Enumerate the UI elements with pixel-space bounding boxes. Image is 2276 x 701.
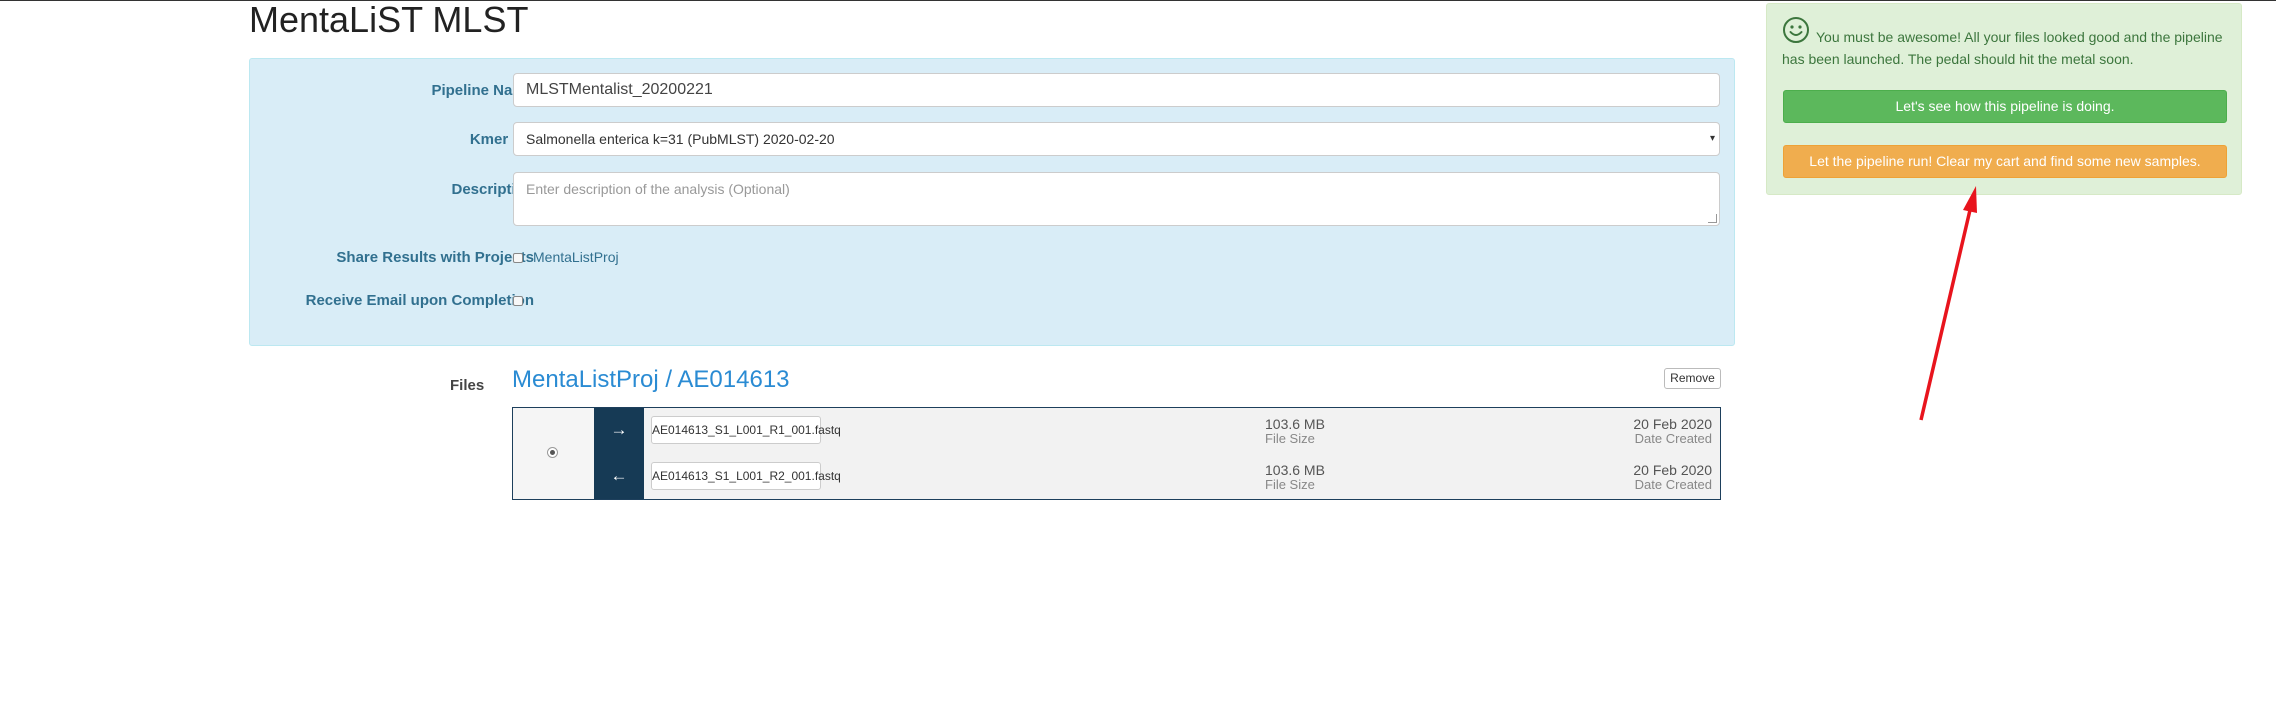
email-completion-label: Receive Email upon Completion xyxy=(305,292,534,309)
file-date-r2: 20 Feb 2020 Date Created xyxy=(1633,462,1712,492)
file-date-caption: Date Created xyxy=(1634,477,1712,492)
chevron-down-icon: ▾ xyxy=(1709,133,1715,144)
direction-column: → ← xyxy=(594,408,644,499)
arrow-right-icon: → xyxy=(610,420,628,439)
files-heading: MentaListProj / AE014613 xyxy=(512,366,790,393)
share-project-label[interactable]: MentaListProj xyxy=(533,249,619,265)
pipeline-name-input[interactable]: MLSTMentalist_20200221 xyxy=(513,73,1720,107)
view-pipeline-button[interactable]: Let's see how this pipeline is doing. xyxy=(1783,90,2227,123)
remove-button[interactable]: Remove xyxy=(1664,368,1721,389)
file-size-r2: 103.6 MB File Size xyxy=(1265,462,1325,492)
kmer-db-selected-value: Salmonella enterica k=31 (PubMLST) 2020-… xyxy=(526,131,835,147)
description-textarea[interactable]: Enter description of the analysis (Optio… xyxy=(513,172,1720,226)
files-label: Files xyxy=(450,377,485,394)
arrow-left-icon: ← xyxy=(610,466,628,485)
file-pair-box: → ← AE014613_S1_L001_R1_001.fastq 103.6 … xyxy=(512,407,1721,500)
alert-message: You must be awesome! All your files look… xyxy=(1782,29,2223,67)
clear-cart-button[interactable]: Let the pipeline run! Clear my cart and … xyxy=(1783,145,2227,178)
file-pair-radio[interactable] xyxy=(547,447,558,458)
file-size-r1: 103.6 MB File Size xyxy=(1265,416,1325,446)
file-date-value: 20 Feb 2020 xyxy=(1633,416,1712,432)
email-completion-checkbox[interactable] xyxy=(513,296,523,306)
file-size-caption: File Size xyxy=(1265,477,1315,492)
file-name-r1[interactable]: AE014613_S1_L001_R1_001.fastq xyxy=(651,416,841,444)
file-name-r2[interactable]: AE014613_S1_L001_R2_001.fastq xyxy=(651,462,841,490)
resize-handle-icon[interactable] xyxy=(1708,214,1717,223)
share-results-label: Share Results with Projects xyxy=(336,249,534,266)
file-size-value: 103.6 MB xyxy=(1265,416,1325,432)
page-title: MentaLiST MLST xyxy=(249,0,529,40)
description-placeholder: Enter description of the analysis (Optio… xyxy=(526,181,790,197)
file-date-value: 20 Feb 2020 xyxy=(1633,462,1712,478)
file-date-caption: Date Created xyxy=(1634,431,1712,446)
kmer-db-select[interactable]: Salmonella enterica k=31 (PubMLST) 2020-… xyxy=(513,122,1720,156)
pipeline-form-panel: Pipeline Name MLSTMentalist_20200221 Kme… xyxy=(249,58,1735,346)
pipeline-launched-alert: You must be awesome! All your files look… xyxy=(1766,3,2242,195)
file-pair-select-cell xyxy=(513,408,595,499)
file-size-caption: File Size xyxy=(1265,431,1315,446)
share-project-checkbox[interactable] xyxy=(513,253,523,263)
file-date-r1: 20 Feb 2020 Date Created xyxy=(1633,416,1712,446)
file-size-value: 103.6 MB xyxy=(1265,462,1325,478)
